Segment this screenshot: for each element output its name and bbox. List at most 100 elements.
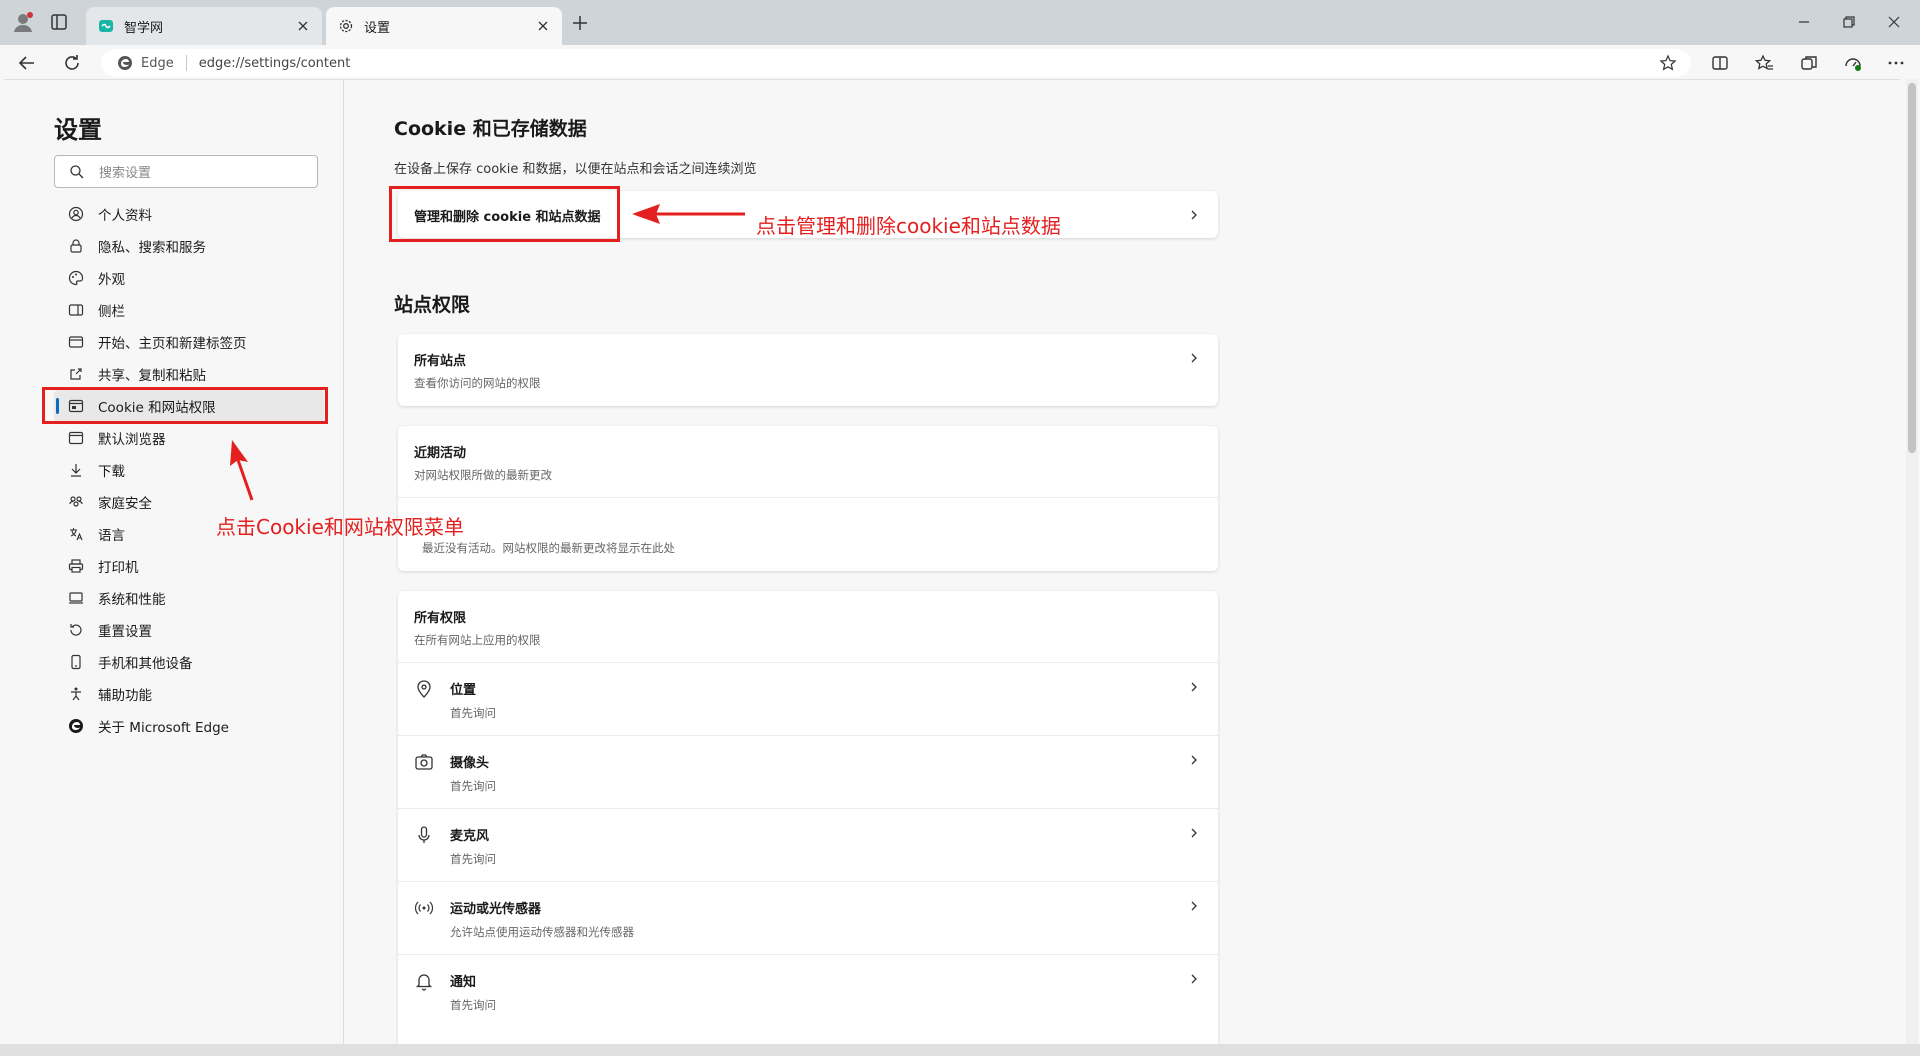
sidebar-item-start-home[interactable]: 开始、主页和新建标签页 [54, 326, 324, 358]
sidebar-item-system[interactable]: 系统和性能 [54, 582, 324, 614]
recent-activity-sub: 对网站权限所做的最新更改 [414, 468, 552, 482]
recent-activity-empty: 最近没有活动。网站权限的最新更改将显示在此处 [398, 498, 1218, 571]
perm-title: 位置 [450, 683, 477, 698]
perm-title: 通知 [450, 975, 477, 990]
close-icon[interactable] [536, 19, 550, 33]
sidebar-item-printers[interactable]: 打印机 [54, 550, 324, 582]
home-tab-icon [68, 336, 84, 348]
reset-icon [70, 624, 82, 636]
settings-search-input[interactable]: 搜索设置 [54, 155, 318, 188]
tab-strip: 智学网 设置 [0, 0, 1920, 45]
tab-zhixue[interactable]: 智学网 [86, 7, 322, 45]
bell-icon [415, 974, 433, 991]
all-sites-sub: 查看你访问的网站的权限 [414, 376, 541, 390]
gear-icon [339, 19, 353, 33]
palette-icon [68, 270, 84, 286]
address-url[interactable]: edge://settings/content [199, 56, 1659, 71]
back-arrow-icon[interactable] [17, 53, 37, 73]
sidebar-item-label: 系统和性能 [98, 592, 166, 608]
recent-activity-empty-text: 最近没有活动。网站权限的最新更改将显示在此处 [422, 541, 675, 555]
sidebar-icon [68, 304, 84, 316]
perm-sub: 首先询问 [450, 779, 496, 793]
sidebar-item-sidebar[interactable]: 侧栏 [54, 294, 324, 326]
chevron-right-icon [1191, 682, 1197, 692]
sidebar-item-label: 侧栏 [98, 304, 125, 320]
sidebar-item-label: 关于 Microsoft Edge [98, 720, 229, 736]
zhixue-favicon-icon [99, 20, 113, 32]
all-sites-row[interactable]: 所有站点 查看你访问的网站的权限 [398, 334, 1218, 406]
split-screen-icon[interactable] [1710, 53, 1730, 73]
close-window-icon[interactable] [1886, 14, 1902, 30]
chevron-right-icon [1191, 901, 1197, 911]
address-bar[interactable]: Edge edge://settings/content [101, 49, 1691, 77]
sidebar-item-about[interactable]: 关于 Microsoft Edge [54, 710, 324, 742]
accessibility-icon [71, 687, 81, 701]
profile-icon [68, 206, 84, 222]
sidebar-item-label: 打印机 [98, 560, 139, 576]
refresh-icon[interactable] [62, 53, 82, 73]
performance-icon[interactable] [1843, 53, 1863, 73]
phone-icon [71, 654, 81, 670]
restore-icon[interactable] [1841, 14, 1857, 30]
language-icon [70, 528, 83, 541]
all-sites-card[interactable]: 所有站点 查看你访问的网站的权限 [398, 334, 1218, 406]
collections-icon[interactable] [1799, 53, 1819, 73]
settings-title: 设置 [54, 116, 102, 144]
share-icon [70, 368, 82, 380]
tab-actions-icon[interactable] [50, 13, 68, 31]
recent-activity-header: 近期活动 对网站权限所做的最新更改 [398, 426, 1218, 498]
scrollbar-thumb[interactable] [1908, 83, 1916, 453]
perm-sub: 首先询问 [450, 852, 496, 866]
perm-notifications[interactable]: 通知 首先询问 [398, 955, 1218, 1028]
sidebar-item-share[interactable]: 共享、复制和粘贴 [54, 358, 324, 390]
lock-icon [70, 239, 82, 253]
search-placeholder: 搜索设置 [99, 166, 152, 181]
vertical-scrollbar[interactable] [1906, 79, 1918, 1044]
sidebar-item-label: 辅助功能 [98, 688, 152, 704]
sidebar-item-privacy[interactable]: 隐私、搜索和服务 [54, 230, 324, 262]
sidebar-item-reset[interactable]: 重置设置 [54, 614, 324, 646]
cookies-menu-callout: 点击Cookie和网站权限菜单 [216, 515, 464, 539]
perm-camera[interactable]: 摄像头 首先询问 [398, 736, 1218, 809]
tab-title: 智学网 [124, 20, 164, 36]
location-icon [417, 680, 431, 698]
family-icon [69, 496, 83, 507]
sidebar-item-downloads[interactable]: 下载 [54, 454, 324, 486]
more-options-icon[interactable] [1886, 53, 1906, 73]
perm-title: 摄像头 [450, 756, 490, 771]
all-permissions-header: 所有权限 在所有网站上应用的权限 [398, 591, 1218, 663]
sidebar-item-label: 个人资料 [98, 208, 152, 224]
manage-cookies-callout: 点击管理和删除cookie和站点数据 [756, 214, 1061, 238]
close-icon[interactable] [296, 19, 310, 33]
chevron-right-icon [1191, 353, 1197, 363]
perm-sub: 首先询问 [450, 998, 496, 1012]
sidebar-item-label: 语言 [98, 528, 125, 544]
profile-avatar-icon[interactable] [12, 11, 34, 33]
sidebar-item-phone[interactable]: 手机和其他设备 [54, 646, 324, 678]
perm-microphone[interactable]: 麦克风 首先询问 [398, 809, 1218, 882]
search-icon [70, 164, 84, 178]
recent-activity-title: 近期活动 [414, 446, 467, 461]
perm-motion-sensors[interactable]: 运动或光传感器 允许站点使用运动传感器和光传感器 [398, 882, 1218, 955]
sidebar-item-label: 家庭安全 [98, 496, 152, 512]
download-icon [71, 464, 81, 477]
sidebar-item-label: 默认浏览器 [98, 432, 166, 448]
tab-settings[interactable]: 设置 [326, 7, 562, 45]
settings-menu: 个人资料 隐私、搜索和服务 外观 侧栏 开始、主页和新建标签页 共享、复制和粘贴 [54, 198, 324, 742]
sidebar-item-default-browser[interactable]: 默认浏览器 [54, 422, 324, 454]
sidebar-item-label: 下载 [98, 464, 125, 480]
sidebar-item-appearance[interactable]: 外观 [54, 262, 324, 294]
sidebar-item-accessibility[interactable]: 辅助功能 [54, 678, 324, 710]
minimize-icon[interactable] [1796, 14, 1812, 30]
favorite-star-icon[interactable] [1659, 54, 1677, 72]
perm-sub: 首先询问 [450, 706, 496, 720]
new-tab-plus-icon[interactable] [571, 14, 589, 32]
cookie-section-title: Cookie 和已存储数据 [394, 118, 587, 140]
perm-location[interactable]: 位置 首先询问 [398, 663, 1218, 736]
perm-title: 运动或光传感器 [450, 902, 542, 917]
sidebar-item-profile[interactable]: 个人资料 [54, 198, 324, 230]
perm-title: 麦克风 [450, 829, 490, 844]
favorites-icon[interactable] [1754, 53, 1774, 73]
browser-icon [68, 431, 84, 445]
recent-activity-card: 近期活动 对网站权限所做的最新更改 最近没有活动。网站权限的最新更改将显示在此处 [398, 426, 1218, 571]
